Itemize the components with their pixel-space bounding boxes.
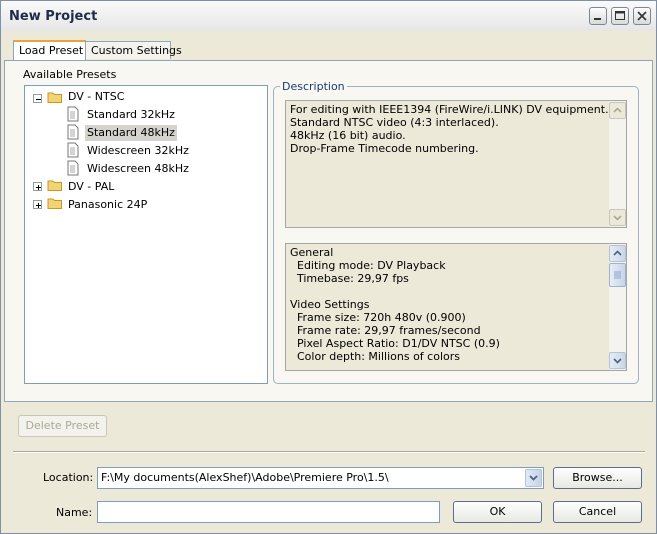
maximize-button[interactable] — [611, 7, 629, 25]
details-scrollbar[interactable] — [609, 244, 626, 370]
browse-button[interactable]: Browse... — [553, 467, 642, 489]
location-dropdown-button[interactable] — [525, 469, 542, 487]
new-project-window: New Project Load Preset Custom Settings … — [0, 0, 657, 534]
name-input[interactable] — [97, 501, 440, 523]
minus-icon — [36, 99, 41, 100]
ok-button[interactable]: OK — [453, 501, 542, 523]
tree-item-standard-48khz-selected[interactable]: Standard 48kHz — [85, 125, 177, 141]
minimize-button[interactable] — [589, 7, 607, 25]
tab-load-preset-label: Load Preset — [19, 44, 84, 57]
title-bar[interactable]: New Project — [1, 1, 656, 31]
document-icon — [67, 124, 79, 140]
scroll-down-button[interactable] — [609, 209, 626, 226]
settings-details-textbox[interactable]: General Editing mode: DV Playback Timeba… — [285, 243, 627, 371]
settings-details-text: General Editing mode: DV Playback Timeba… — [290, 246, 500, 363]
grip-icon — [614, 271, 621, 279]
cancel-button[interactable]: Cancel — [553, 501, 642, 523]
description-scrollbar[interactable] — [609, 101, 626, 227]
chevron-up-icon — [613, 250, 622, 256]
tree-folder-dv-ntsc[interactable]: DV - NTSC — [68, 89, 124, 105]
chevron-up-icon — [613, 107, 622, 113]
chevron-down-icon — [613, 358, 622, 364]
tab-custom-settings[interactable]: Custom Settings — [85, 41, 182, 59]
plus-icon — [36, 203, 41, 208]
folder-icon — [47, 198, 62, 209]
minimize-icon — [594, 18, 601, 20]
collapse-toggle[interactable] — [33, 94, 42, 103]
window-title: New Project — [9, 9, 98, 24]
document-icon — [67, 142, 79, 158]
maximize-icon — [615, 11, 625, 20]
expand-toggle[interactable] — [33, 182, 42, 191]
folder-open-icon — [47, 92, 62, 103]
close-button[interactable] — [633, 7, 651, 25]
tree-folder-panasonic-24p[interactable]: Panasonic 24P — [68, 197, 147, 213]
presets-tree[interactable]: DV - NTSC Standard 32kHz Standard 48kHz … — [24, 85, 268, 384]
plus-icon — [36, 185, 41, 190]
close-icon — [637, 11, 647, 21]
chevron-down-icon — [613, 215, 622, 221]
scroll-up-button[interactable] — [609, 245, 626, 262]
scroll-up-button[interactable] — [609, 102, 626, 119]
tree-folder-dv-pal[interactable]: DV - PAL — [68, 179, 114, 195]
folder-icon — [47, 180, 62, 191]
tree-item-widescreen-32khz[interactable]: Widescreen 32kHz — [87, 143, 189, 159]
description-textbox[interactable]: For editing with IEEE1394 (FireWire/i.LI… — [285, 100, 627, 228]
expand-toggle[interactable] — [33, 200, 42, 209]
name-label: Name: — [56, 506, 93, 519]
tab-custom-settings-label: Custom Settings — [91, 44, 182, 57]
scroll-thumb[interactable] — [609, 263, 626, 287]
document-icon — [67, 106, 79, 122]
location-combobox[interactable]: F:\My documents(AlexShef)\Adobe\Premiere… — [97, 467, 544, 489]
tree-item-widescreen-48khz[interactable]: Widescreen 48kHz — [87, 161, 189, 177]
description-text: For editing with IEEE1394 (FireWire/i.LI… — [290, 103, 609, 155]
delete-preset-button[interactable]: Delete Preset — [18, 415, 107, 437]
available-presets-label: Available Presets — [23, 68, 117, 81]
location-value: F:\My documents(AlexShef)\Adobe\Premiere… — [101, 471, 389, 484]
tab-load-preset[interactable]: Load Preset — [13, 40, 86, 60]
chevron-down-icon — [529, 475, 538, 481]
location-label: Location: — [43, 471, 94, 484]
divider — [13, 451, 645, 453]
description-label: Description — [280, 80, 347, 93]
document-icon — [67, 160, 79, 176]
scroll-down-button[interactable] — [609, 352, 626, 369]
tree-item-standard-32khz[interactable]: Standard 32kHz — [87, 107, 175, 123]
